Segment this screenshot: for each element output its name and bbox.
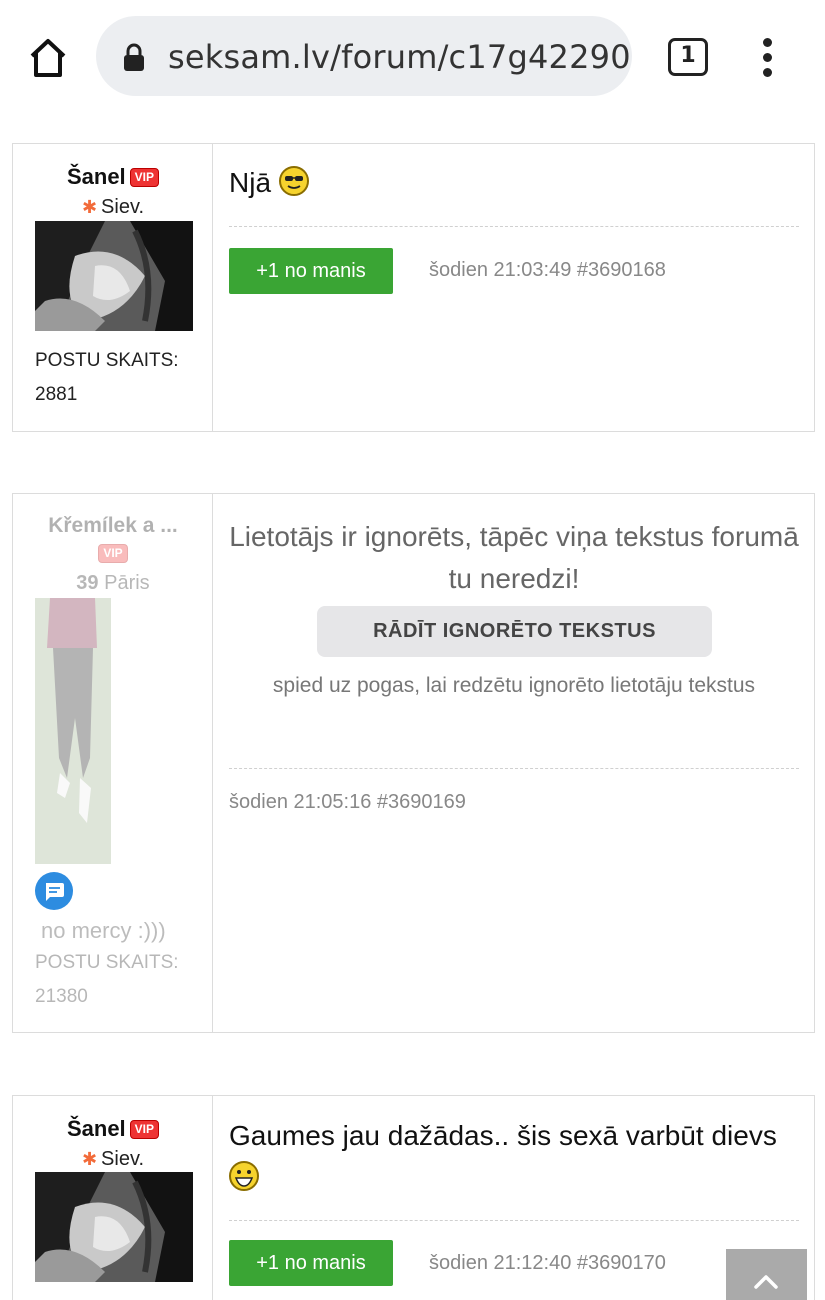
address-bar[interactable]: seksam.lv/forum/c17g42290p1 (96, 16, 632, 96)
username-link[interactable]: Šanel (67, 164, 126, 189)
postcount-value: 21380 (35, 986, 88, 1007)
postcount-value: 2881 (35, 384, 78, 405)
post-meta: šodien 21:05:16 #3690169 (229, 791, 466, 813)
ignored-hint: spied uz pogas, lai redzētu ignorēto lie… (272, 674, 756, 697)
vip-badge: VIP (98, 544, 128, 563)
lock-icon (124, 43, 144, 71)
forum-post-ignored: Křemílek a ... VIP 39 Pāris no mercy:))… (12, 493, 815, 1033)
post-meta: šodien 21:03:49 #3690168 (429, 259, 666, 281)
star-icon: ✱ (81, 197, 98, 217)
grin-smiley-icon (229, 1161, 259, 1191)
user-gender: Siev. (101, 1148, 145, 1170)
forum-post: ŠanelVIP ✱Siev. POSTU SKAITS: 2881 Njā (12, 143, 815, 432)
username-link[interactable]: Šanel (67, 1116, 126, 1141)
tab-switcher-button[interactable]: 1 (668, 38, 708, 76)
avatar[interactable] (35, 221, 193, 331)
forum-post: Šanel VIP ✱ Siev. Gaumes jau dažādas.. šis… (12, 1095, 815, 1300)
post-body: Gaumes jau dažādas.. šis sexā varbūt die… (214, 1096, 814, 1300)
scroll-to-top-button[interactable] (726, 1249, 807, 1300)
post-divider (229, 1220, 799, 1221)
user-age: 39 (76, 572, 99, 594)
show-ignored-button[interactable]: RĀDĪT IGNORĒTO TEKSTUS (317, 606, 712, 657)
post-body: Njā +1 no manis šodien 21:03:49 #3690168 (214, 144, 814, 431)
cool-smiley-icon (278, 166, 309, 196)
post-message: Gaumes jau dažādas.. šis sexā varbūt die… (229, 1120, 777, 1151)
postcount-label: POSTU SKAITS: (35, 952, 179, 973)
vip-badge: VIP (129, 168, 160, 187)
browser-toolbar: seksam.lv/forum/c17g42290p1 1 (0, 0, 825, 112)
user-status: no mercy :))) (41, 918, 166, 943)
ignored-notice: Lietotājs ir ignorēts, tāpēc viņa tekstu… (229, 521, 799, 594)
post-divider (229, 226, 799, 227)
post-message: Njā (229, 167, 272, 198)
postcount-label: POSTU SKAITS: (35, 350, 179, 371)
post-meta: šodien 21:12:40 #3690170 (429, 1252, 666, 1274)
plus-one-button[interactable]: +1 no manis (229, 1240, 393, 1286)
message-icon[interactable] (35, 872, 73, 910)
username-link[interactable]: Křemílek a ... (13, 514, 213, 538)
star-icon: ✱ (81, 1149, 98, 1169)
avatar[interactable] (35, 1172, 193, 1282)
url-text: seksam.lv/forum/c17g42290p1 (168, 38, 632, 76)
user-gender: Pāris (104, 572, 150, 594)
home-icon[interactable] (24, 34, 72, 82)
post-author-panel: Šanel VIP ✱ Siev. (13, 1096, 213, 1300)
post-author-panel: Šanel VIP ✱ Siev. POSTU SKAITS: 2881 (13, 144, 213, 431)
avatar[interactable] (35, 598, 111, 864)
post-divider (229, 768, 799, 769)
user-gender: Siev. (101, 196, 145, 218)
plus-one-button[interactable]: +1 no manis (229, 248, 393, 294)
chevron-up-icon (754, 1275, 778, 1289)
post-body: Lietotājs ir ignorēts, tāpēc viņa tekstu… (214, 494, 814, 1032)
post-author-panel: Křemílek a ... VIP 39 Pāris no mercy:))… (13, 494, 213, 1032)
vip-badge: VIP (129, 1120, 160, 1139)
overflow-menu-icon[interactable] (756, 38, 780, 78)
